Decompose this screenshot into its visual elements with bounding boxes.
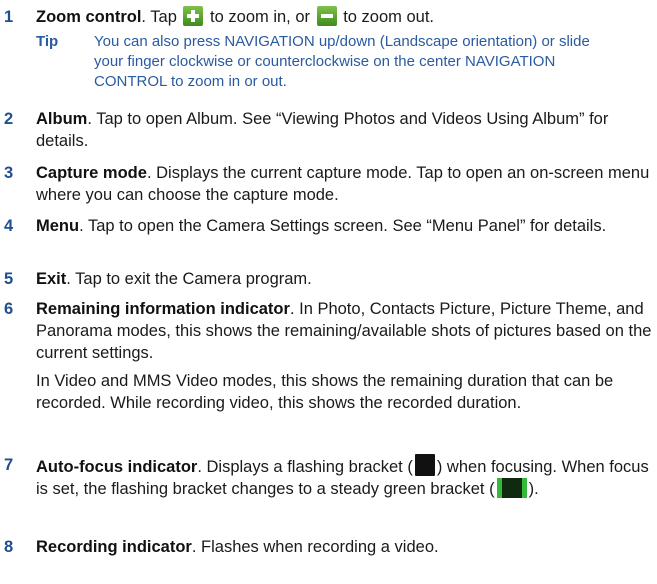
tip-box: Tip You can also press NAVIGATION up/dow… <box>36 32 636 92</box>
item-number: 6 <box>4 300 14 318</box>
item-term: Zoom control <box>36 8 142 26</box>
item-text-part: . Tap to exit the Camera program. <box>66 270 312 288</box>
item-term: Recording indicator <box>36 538 192 556</box>
item-term: Capture mode <box>36 164 147 182</box>
item-body: Auto-focus indicator. Displays a flashin… <box>36 454 653 500</box>
item-body: Menu. Tap to open the Camera Settings sc… <box>36 215 653 237</box>
item-text: Zoom control. Tap to zoom in, or to zoom… <box>36 6 653 28</box>
item-text-part: . Displays a flashing bracket ( <box>197 458 413 476</box>
item-body: Recording indicator. Flashes when record… <box>36 536 653 558</box>
item-text: Remaining information indicator. In Phot… <box>36 298 653 364</box>
item-text: Album. Tap to open Album. See “Viewing P… <box>36 108 653 152</box>
item-text: Exit. Tap to exit the Camera program. <box>36 268 653 290</box>
item-text-part: . Tap to open Album. See “Viewing Photos… <box>36 110 609 150</box>
item-text-part: ). <box>528 480 539 498</box>
item-text: Capture mode. Displays the current captu… <box>36 162 653 206</box>
item-text: Menu. Tap to open the Camera Settings sc… <box>36 215 653 237</box>
item-number: 3 <box>4 164 14 182</box>
item-number: 2 <box>4 110 14 128</box>
manual-page: 1 Zoom control. Tap to zoom in, or to zo… <box>0 0 657 584</box>
item-text-part: . Tap to open the Camera Settings screen… <box>79 217 607 235</box>
item-term: Menu <box>36 217 80 235</box>
item-number: 1 <box>4 8 14 26</box>
tip-label: Tip <box>36 33 59 50</box>
item-number: 7 <box>4 456 14 474</box>
flashing-bracket-icon <box>414 454 435 476</box>
item-term: Remaining information indicator <box>36 300 290 318</box>
item-text-part: . Tap <box>141 8 182 26</box>
item-number: 5 <box>4 270 14 288</box>
item-body: Exit. Tap to exit the Camera program. <box>36 268 653 290</box>
item-body: Zoom control. Tap to zoom in, or to zoom… <box>36 6 653 28</box>
item-text: Auto-focus indicator. Displays a flashin… <box>36 454 653 500</box>
item-body: Remaining information indicator. In Phot… <box>36 298 653 414</box>
item-term: Exit <box>36 270 67 288</box>
item-text: Recording indicator. Flashes when record… <box>36 536 653 558</box>
item-text-part: . Flashes when recording a video. <box>191 538 439 556</box>
item-text-secondary: In Video and MMS Video modes, this shows… <box>36 372 614 412</box>
item-number: 8 <box>4 538 14 556</box>
item-text-part: to zoom in, or <box>205 8 315 26</box>
plus-icon <box>183 6 204 26</box>
minus-icon <box>316 6 337 26</box>
item-term: Auto-focus indicator <box>36 458 198 476</box>
item-text-part: to zoom out. <box>338 8 434 26</box>
item-body: Capture mode. Displays the current captu… <box>36 162 653 206</box>
tip-text: You can also press NAVIGATION up/down (L… <box>94 33 590 90</box>
item-term: Album <box>36 110 88 128</box>
item-body: Album. Tap to open Album. See “Viewing P… <box>36 108 653 152</box>
green-bracket-icon <box>496 478 527 498</box>
item-number: 4 <box>4 217 14 235</box>
